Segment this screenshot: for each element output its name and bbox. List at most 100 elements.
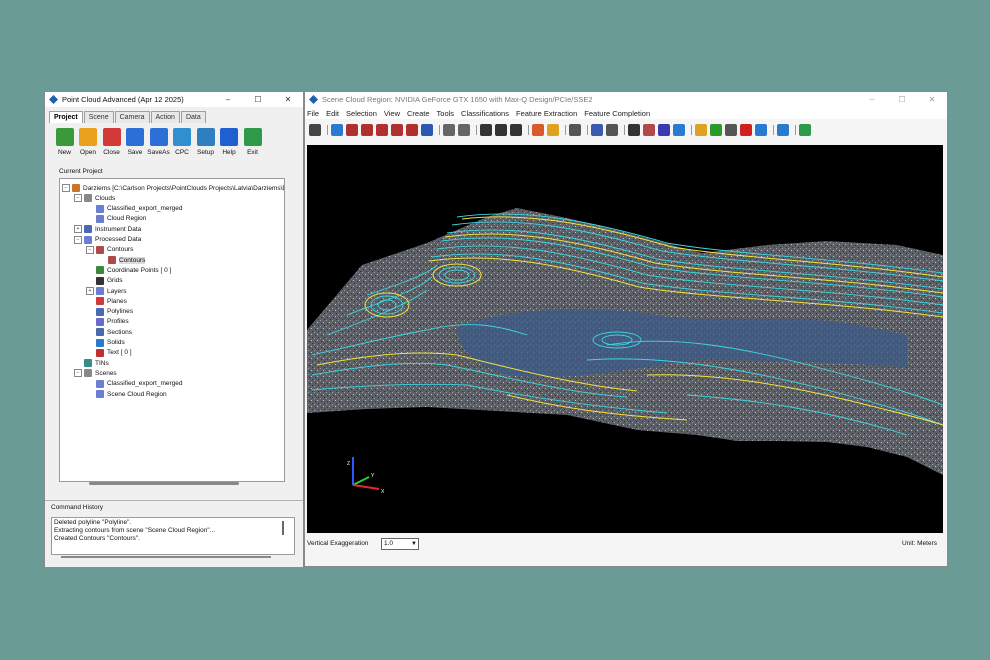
expand-toggle-icon[interactable]: + (74, 225, 82, 234)
scene-tool-icon[interactable] (740, 124, 752, 136)
scene-tool-icon[interactable] (443, 124, 455, 136)
tree-scroll-thumb[interactable] (89, 482, 239, 485)
tree-item[interactable]: + Layers (86, 286, 127, 296)
tree-item[interactable]: Sections (86, 327, 132, 337)
open-button[interactable]: Open (77, 128, 100, 156)
scene-tool-icon[interactable] (673, 124, 685, 136)
toolbar-separator (528, 125, 529, 135)
minimize-button[interactable]: – (857, 95, 887, 104)
scene-tool-icon[interactable] (725, 124, 737, 136)
tab-scene[interactable]: Scene (83, 111, 114, 123)
menu-edit[interactable]: Edit (326, 109, 339, 118)
scene-tool-icon[interactable] (695, 124, 707, 136)
app-logo-icon (49, 95, 58, 104)
collapse-toggle-icon[interactable]: − (62, 184, 70, 192)
tree-item[interactable]: Classified_export_merged (86, 379, 183, 389)
tree-item[interactable]: − Contours (86, 245, 133, 255)
scene-tool-icon[interactable] (591, 124, 603, 136)
tree-item[interactable]: Cloud Region (86, 214, 146, 224)
scene-tool-icon[interactable] (510, 124, 522, 136)
tree-item[interactable]: − Clouds (74, 193, 115, 203)
tree-item[interactable]: Planes (86, 296, 127, 306)
scene-tool-icon[interactable] (710, 124, 722, 136)
tree-item-label: Profiles (107, 318, 129, 326)
tree-item-label: Cloud Region (107, 215, 147, 223)
scene-tool-icon[interactable] (376, 124, 388, 136)
tree-item[interactable]: Scene Cloud Region (86, 389, 167, 399)
scene-tool-icon[interactable] (331, 124, 343, 136)
menu-feature-completion[interactable]: Feature Completion (584, 109, 650, 118)
menu-selection[interactable]: Selection (346, 109, 377, 118)
scene-tool-icon[interactable] (658, 124, 670, 136)
scene-tool-icon[interactable] (547, 124, 559, 136)
close-button[interactable]: Close (100, 128, 123, 156)
setup-button[interactable]: Setup (194, 128, 217, 156)
command-history-vscroll[interactable] (282, 521, 284, 535)
expand-toggle-icon[interactable]: + (86, 287, 94, 295)
scene-tool-icon[interactable] (495, 124, 507, 136)
cpc-button[interactable]: CPC (171, 128, 194, 156)
collapse-toggle-icon[interactable]: − (86, 245, 94, 254)
menu-classifications[interactable]: Classifications (461, 109, 509, 118)
tab-data[interactable]: Data (180, 111, 206, 123)
menu-feature-extraction[interactable]: Feature Extraction (516, 109, 577, 118)
tree-item[interactable]: − Scenes (74, 368, 117, 378)
tree-item[interactable]: + Instrument Data (74, 224, 141, 234)
unit-label: Unit: Meters (901, 540, 937, 547)
collapse-toggle-icon[interactable]: − (74, 194, 82, 203)
project-tree[interactable]: − Darziems [C:\Carlson Projects\PointClou… (59, 178, 285, 482)
help-button[interactable]: Help (218, 128, 241, 156)
scene-tool-icon[interactable] (777, 124, 789, 136)
scene-tool-icon[interactable] (406, 124, 418, 136)
scene-tool-icon[interactable] (606, 124, 618, 136)
close-button[interactable]: ✕ (917, 95, 947, 104)
scene-tool-icon[interactable] (755, 124, 767, 136)
scene-tool-icon[interactable] (421, 124, 433, 136)
tab-action[interactable]: Action (150, 111, 180, 123)
menu-file[interactable]: File (307, 109, 319, 118)
menu-view[interactable]: View (384, 109, 400, 118)
maximize-button[interactable]: ☐ (887, 95, 917, 104)
vertical-exaggeration-select[interactable]: 1.0 ▼ (381, 538, 419, 550)
tree-item[interactable]: Grids (86, 276, 123, 286)
tab-project[interactable]: Project (49, 111, 83, 123)
tab-camera[interactable]: Camera (114, 111, 150, 123)
saveas-button[interactable]: SaveAs (147, 128, 170, 156)
tree-item[interactable]: Profiles (86, 317, 129, 327)
exit-button[interactable]: Exit (241, 128, 264, 156)
tree-item[interactable]: Solids (86, 338, 125, 348)
collapse-toggle-icon[interactable]: − (74, 235, 82, 244)
scene-tool-icon[interactable] (391, 124, 403, 136)
cpc-icon (173, 128, 191, 146)
scene-tool-icon[interactable] (569, 124, 581, 136)
minimize-button[interactable]: – (213, 95, 243, 104)
scene-tool-icon[interactable] (628, 124, 640, 136)
scene-tool-icon[interactable] (309, 124, 321, 136)
scene-tool-icon[interactable] (361, 124, 373, 136)
collapse-toggle-icon[interactable]: − (74, 369, 82, 378)
tree-item[interactable]: Coordinate Points [ 0 ] (86, 265, 171, 275)
command-history-hscroll[interactable] (61, 556, 271, 558)
tree-item[interactable]: Contours (98, 255, 146, 265)
tree-item[interactable]: TINs (74, 358, 109, 368)
tree-item[interactable]: Classified_export_merged (86, 204, 183, 214)
scene-tool-icon[interactable] (346, 124, 358, 136)
tree-item[interactable]: − Processed Data (74, 235, 141, 245)
close-button[interactable]: ✕ (273, 95, 303, 104)
maximize-button[interactable]: ☐ (243, 95, 273, 104)
3d-viewport[interactable]: Z Y X (307, 145, 943, 533)
new-button[interactable]: New (53, 128, 76, 156)
command-history-log[interactable]: Deleted polyline "Polyline". Extracting … (51, 517, 295, 555)
scene-tool-icon[interactable] (799, 124, 811, 136)
scene-tool-icon[interactable] (480, 124, 492, 136)
scene-tool-icon[interactable] (643, 124, 655, 136)
scene-tool-icon[interactable] (532, 124, 544, 136)
tree-horizontal-scrollbar[interactable] (59, 481, 283, 487)
tree-item[interactable]: − Darziems [C:\Carlson Projects\PointClou… (62, 183, 284, 193)
save-button[interactable]: Save (124, 128, 147, 156)
tree-item[interactable]: Polylines (86, 307, 133, 317)
tree-item[interactable]: Text [ 0 ] (86, 348, 132, 358)
scene-tool-icon[interactable] (458, 124, 470, 136)
menu-create[interactable]: Create (407, 109, 430, 118)
menu-tools[interactable]: Tools (437, 109, 455, 118)
